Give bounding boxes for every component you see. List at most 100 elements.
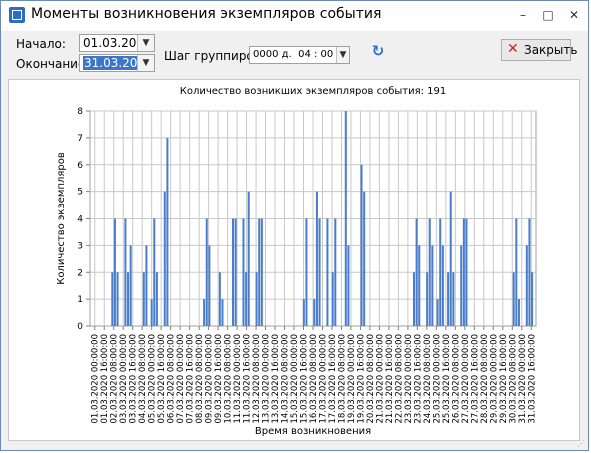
x-tick-label: 27.03.2020 16:00:00 bbox=[470, 334, 480, 424]
x-tick-label: 26.03.2020 08:00:00 bbox=[451, 334, 461, 424]
x-tick-label: 12.03.2020 08:00:00 bbox=[252, 334, 262, 424]
chart-bar bbox=[331, 272, 334, 326]
chart-bar bbox=[208, 245, 211, 326]
chart-bar bbox=[436, 299, 439, 326]
x-tick-label: 29.03.2020 00:00:00 bbox=[489, 334, 499, 424]
x-tick-label: 25.03.2020 16:00:00 bbox=[442, 334, 452, 424]
close-button[interactable]: ✕ Закрыть bbox=[501, 39, 577, 61]
x-tick-label: 07.03.2020 16:00:00 bbox=[186, 334, 196, 424]
x-tick-label: 19.03.2020 00:00:00 bbox=[347, 334, 357, 424]
x-tick-label: 23.03.2020 16:00:00 bbox=[413, 334, 423, 424]
x-tick-label: 31.03.2020 16:00:00 bbox=[527, 334, 537, 424]
y-tick-label: 4 bbox=[77, 215, 83, 225]
chart-bar bbox=[426, 272, 429, 326]
chart-bar bbox=[166, 137, 169, 326]
chart-bar bbox=[218, 272, 221, 326]
chart-bar bbox=[447, 272, 450, 326]
chart-bar bbox=[163, 191, 166, 326]
chart-bar bbox=[344, 111, 347, 326]
x-tick-label: 05.03.2020 16:00:00 bbox=[157, 334, 167, 424]
x-tick-label: 18.03.2020 08:00:00 bbox=[337, 334, 347, 424]
chart-bar bbox=[363, 191, 366, 326]
x-tick-label: 15.03.2020 16:00:00 bbox=[300, 334, 310, 424]
chart-bar bbox=[221, 299, 224, 326]
x-tick-label: 02.03.2020 08:00:00 bbox=[110, 334, 120, 424]
chart-bar bbox=[205, 218, 208, 326]
chart-title: Количество возникших экземпляров события… bbox=[180, 86, 447, 97]
y-tick-label: 0 bbox=[77, 322, 83, 332]
dialog-window: Моменты возникновения экземпляров событи… bbox=[0, 0, 589, 451]
y-tick-label: 8 bbox=[77, 107, 83, 117]
chart-bar bbox=[415, 218, 418, 326]
chart-bar bbox=[113, 218, 116, 326]
x-tick-label: 11.03.2020 00:00:00 bbox=[233, 334, 243, 424]
x-tick-label: 29.03.2020 16:00:00 bbox=[499, 334, 509, 424]
chart-bar bbox=[431, 245, 434, 326]
x-tick-label: 13.03.2020 00:00:00 bbox=[262, 334, 272, 424]
chevron-down-icon[interactable]: ▼ bbox=[336, 47, 349, 63]
refresh-icon[interactable]: ↻ bbox=[368, 41, 388, 61]
event-count-chart: Количество возникших экземпляров события… bbox=[56, 86, 537, 437]
chart-bar bbox=[313, 299, 316, 326]
chart-bar bbox=[441, 245, 444, 326]
x-tick-label: 23.03.2020 00:00:00 bbox=[404, 334, 414, 424]
group-step-value: 0000 д. 04 : 00 : ( bbox=[253, 49, 347, 60]
maximize-button[interactable]: □ bbox=[536, 5, 560, 25]
y-tick-label: 1 bbox=[77, 295, 83, 305]
x-tick-label: 03.03.2020 00:00:00 bbox=[119, 334, 129, 424]
end-date-picker[interactable]: 31.03.2020 ▼ bbox=[79, 54, 155, 72]
x-tick-label: 31.03.2020 00:00:00 bbox=[518, 334, 528, 424]
x-tick-label: 27.03.2020 00:00:00 bbox=[461, 334, 471, 424]
minimize-button[interactable]: – bbox=[511, 5, 535, 25]
close-window-button[interactable]: ✕ bbox=[562, 5, 586, 25]
chart-bar bbox=[231, 218, 234, 326]
x-tick-label: 21.03.2020 00:00:00 bbox=[375, 334, 385, 424]
chart-bar bbox=[129, 245, 132, 326]
x-tick-label: 22.03.2020 08:00:00 bbox=[394, 334, 404, 424]
x-tick-label: 13.03.2020 16:00:00 bbox=[271, 334, 281, 424]
chart-bar bbox=[124, 218, 127, 326]
group-step-picker[interactable]: 0000 д. 04 : 00 : ( ▼ bbox=[249, 46, 350, 64]
x-tick-label: 30.03.2020 08:00:00 bbox=[508, 334, 518, 424]
y-axis-label: Количество экземпляров bbox=[56, 152, 67, 285]
x-tick-label: 16.03.2020 08:00:00 bbox=[309, 334, 319, 424]
x-tick-label: 28.03.2020 08:00:00 bbox=[480, 334, 490, 424]
chart-bar bbox=[111, 272, 114, 326]
chart-bar bbox=[449, 191, 452, 326]
x-tick-label: 03.03.2020 16:00:00 bbox=[129, 334, 139, 424]
chart-bar bbox=[305, 218, 308, 326]
chart-bar bbox=[512, 272, 515, 326]
chart-bar bbox=[452, 272, 455, 326]
chart-panel: Количество возникших экземпляров события… bbox=[8, 79, 580, 441]
chart-bar bbox=[203, 299, 206, 326]
chevron-down-icon[interactable]: ▼ bbox=[137, 55, 154, 71]
x-tick-label: 11.03.2020 16:00:00 bbox=[243, 334, 253, 424]
x-tick-label: 09.03.2020 16:00:00 bbox=[214, 334, 224, 424]
x-tick-label: 04.03.2020 08:00:00 bbox=[138, 334, 148, 424]
x-tick-label: 05.03.2020 00:00:00 bbox=[148, 334, 158, 424]
y-tick-label: 3 bbox=[77, 241, 83, 251]
x-tick-label: 25.03.2020 00:00:00 bbox=[432, 334, 442, 424]
chart-bar bbox=[255, 272, 258, 326]
x-tick-label: 20.03.2020 08:00:00 bbox=[366, 334, 376, 424]
chart-bar bbox=[318, 218, 321, 326]
chart-bar bbox=[412, 272, 416, 326]
chart-bar bbox=[531, 272, 534, 326]
y-tick-label: 5 bbox=[77, 188, 83, 198]
x-tick-label: 09.03.2020 00:00:00 bbox=[205, 334, 215, 424]
chart-bar bbox=[525, 245, 528, 326]
x-tick-label: 21.03.2020 16:00:00 bbox=[385, 334, 395, 424]
chart-bar bbox=[360, 164, 363, 326]
x-tick-label: 19.03.2020 16:00:00 bbox=[356, 334, 366, 424]
close-icon: ✕ bbox=[507, 41, 519, 57]
resize-grip-icon[interactable]: ⋰ bbox=[577, 439, 587, 449]
chart-bar bbox=[258, 218, 261, 326]
chart-bar bbox=[515, 218, 518, 326]
y-tick-label: 2 bbox=[77, 268, 83, 278]
x-tick-label: 10.03.2020 08:00:00 bbox=[224, 334, 234, 424]
chart-bar bbox=[517, 299, 520, 326]
app-icon bbox=[9, 7, 25, 23]
chevron-down-icon[interactable]: ▼ bbox=[137, 35, 154, 51]
x-tick-label: 01.03.2020 00:00:00 bbox=[91, 334, 101, 424]
start-date-picker[interactable]: 01.03.2020 ▼ bbox=[79, 34, 155, 52]
